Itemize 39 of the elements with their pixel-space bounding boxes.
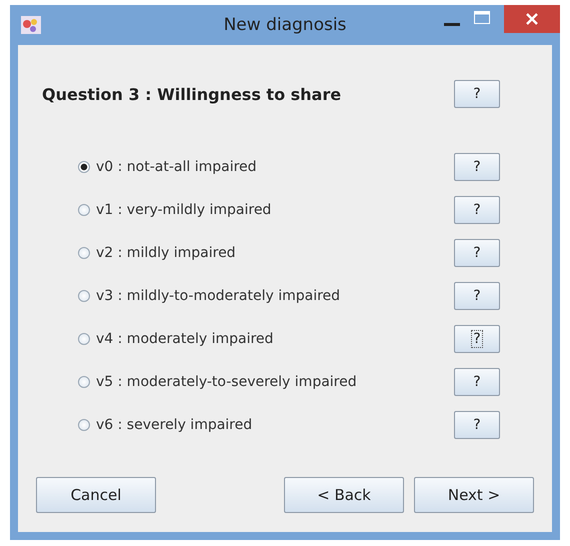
option-label[interactable]: v3 : mildly-to-moderately impaired (96, 288, 340, 304)
radio-button[interactable] (78, 247, 90, 259)
help-button[interactable]: ? (454, 80, 500, 108)
app-icon (21, 16, 41, 34)
help-button[interactable]: ? (454, 368, 500, 396)
help-button[interactable]: ? (454, 153, 500, 181)
radio-button[interactable] (78, 376, 90, 388)
help-button[interactable]: ? (454, 196, 500, 224)
option-label[interactable]: v5 : moderately-to-severely impaired (96, 374, 357, 390)
minimize-icon[interactable] (444, 23, 460, 27)
focus-ring: ? (473, 159, 481, 175)
option-label[interactable]: v0 : not-at-all impaired (96, 159, 257, 175)
help-button[interactable]: ? (454, 325, 500, 353)
next-button[interactable]: Next > (414, 477, 534, 513)
option-label[interactable]: v2 : mildly impaired (96, 245, 236, 261)
focus-ring: ? (472, 331, 482, 347)
close-icon (526, 13, 538, 25)
help-button[interactable]: ? (454, 282, 500, 310)
option-label[interactable]: v1 : very-mildly impaired (96, 202, 272, 218)
window-title: New diagnosis (224, 15, 346, 35)
radio-button[interactable] (78, 204, 90, 216)
focus-ring: ? (473, 245, 481, 261)
focus-ring: ? (473, 374, 481, 390)
option-label[interactable]: v4 : moderately impaired (96, 331, 274, 347)
focus-ring: ? (473, 417, 481, 433)
focus-ring: ? (473, 202, 481, 218)
help-button[interactable]: ? (454, 411, 500, 439)
radio-button[interactable] (78, 419, 90, 431)
radio-button[interactable] (78, 333, 90, 345)
maximize-icon[interactable] (474, 11, 490, 24)
focus-ring: ? (473, 288, 481, 304)
close-button[interactable] (504, 5, 560, 33)
back-button[interactable]: < Back (284, 477, 404, 513)
cancel-button[interactable]: Cancel (36, 477, 156, 513)
radio-button[interactable] (78, 290, 90, 302)
help-button[interactable]: ? (454, 239, 500, 267)
radio-button[interactable] (78, 161, 90, 173)
question-title: Question 3 : Willingness to share (42, 84, 342, 104)
option-label[interactable]: v6 : severely impaired (96, 417, 252, 433)
